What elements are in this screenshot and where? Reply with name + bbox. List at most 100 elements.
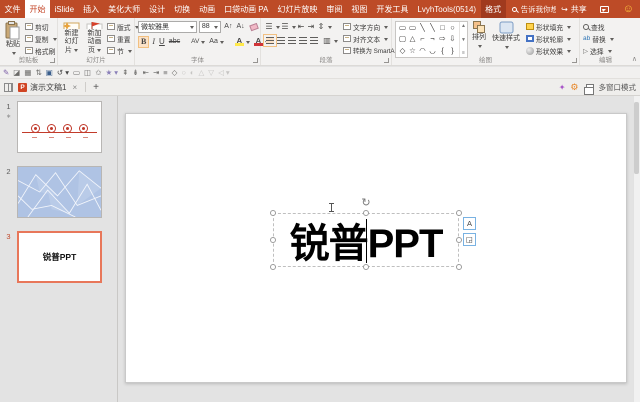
settings-gear-icon[interactable]: ⚙: [570, 82, 578, 93]
ribbon-tab[interactable]: 切换: [170, 0, 195, 18]
clear-formatting-icon[interactable]: [248, 22, 259, 31]
quick-styles-button[interactable]: 快速样式: [490, 20, 522, 56]
shape-glyph-icon[interactable]: ╲: [428, 23, 437, 33]
feedback-smiley-icon[interactable]: ☺: [617, 0, 640, 18]
highlight-color-button[interactable]: A: [234, 36, 251, 48]
toolbar-icon[interactable]: △: [199, 67, 205, 79]
toolbar-icon[interactable]: ▣: [46, 67, 53, 79]
cut-button[interactable]: 剪切: [25, 21, 57, 32]
selected-text-box[interactable]: 锐普PPT ↻: [270, 198, 462, 270]
scroll-down-icon[interactable]: ▼: [461, 37, 466, 43]
toolbar-icon[interactable]: ◇: [172, 67, 178, 79]
close-tab-icon[interactable]: ×: [72, 83, 77, 92]
font-dialog-launcher-icon[interactable]: [253, 58, 258, 63]
find-button[interactable]: 查找: [583, 21, 614, 32]
ribbon-tab[interactable]: 视图: [347, 0, 372, 18]
vertical-scrollbar[interactable]: [633, 96, 640, 402]
justify-button[interactable]: [298, 37, 307, 44]
ribbon-tab[interactable]: iSlide: [50, 0, 79, 18]
slide-2-thumbnail[interactable]: [17, 166, 102, 218]
slide-1-thumbnail[interactable]: [17, 101, 102, 153]
toolbar-icon[interactable]: ★ ▾: [106, 67, 119, 79]
comments-icon[interactable]: [599, 5, 609, 13]
mini-expand-button[interactable]: ◲: [463, 233, 476, 246]
resize-handle-nw[interactable]: [270, 210, 276, 216]
slide-editing-surface[interactable]: 锐普PPT ↻ A ◲: [125, 113, 627, 383]
toolbar-icon[interactable]: ✩: [95, 67, 101, 79]
rotate-handle-icon[interactable]: ↻: [361, 198, 370, 209]
shape-glyph-icon[interactable]: ▭: [408, 23, 417, 33]
align-right-button[interactable]: [287, 37, 296, 44]
shape-fill-button[interactable]: 形状填充: [526, 21, 572, 32]
drawing-dialog-launcher-icon[interactable]: [572, 58, 577, 63]
ribbon-tab[interactable]: 幻灯片放映: [273, 0, 322, 18]
shape-glyph-icon[interactable]: ⇩: [448, 34, 457, 44]
new-tab-icon[interactable]: +: [90, 82, 102, 93]
toolbar-icon[interactable]: ⇞: [122, 67, 128, 79]
document-tab-title[interactable]: 演示文稿1: [30, 82, 66, 93]
shape-glyph-icon[interactable]: ⇨: [438, 34, 447, 44]
strikethrough-button[interactable]: abc: [168, 36, 181, 48]
italic-button[interactable]: I: [151, 36, 156, 48]
ribbon-tab[interactable]: LvyhTools(0514): [413, 0, 481, 18]
ribbon-tab[interactable]: 插入: [79, 0, 104, 18]
grow-font-button[interactable]: A↑: [223, 21, 233, 33]
toolbar-icon[interactable]: ◁ ▾: [218, 67, 230, 79]
resize-handle-n[interactable]: [363, 210, 369, 216]
toolbar-icon[interactable]: ◫: [84, 67, 91, 79]
underline-button[interactable]: U: [158, 36, 166, 48]
toolbar-icon[interactable]: ≡: [163, 67, 167, 79]
plugin-wand-icon[interactable]: ✦: [559, 83, 566, 92]
shape-glyph-icon[interactable]: ▭: [398, 23, 407, 33]
change-case-button[interactable]: Aa: [208, 36, 225, 48]
character-spacing-button[interactable]: AV: [190, 36, 206, 48]
toolbar-icon[interactable]: ⇤: [143, 67, 149, 79]
decrease-indent-icon[interactable]: ⇤: [296, 21, 306, 32]
toolbar-icon[interactable]: ▽: [208, 67, 214, 79]
shapes-gallery-scrollbar[interactable]: ▲ ▼ ≡: [459, 22, 467, 57]
ribbon-tab[interactable]: 动画: [195, 0, 220, 18]
toolbar-icon[interactable]: ▭: [73, 67, 80, 79]
shape-glyph-icon[interactable]: ○: [448, 23, 457, 33]
resize-handle-e[interactable]: [456, 237, 462, 243]
toolbar-icon[interactable]: ⇥: [153, 67, 159, 79]
ribbon-tab[interactable]: 美化大师: [104, 0, 145, 18]
shrink-font-button[interactable]: A↓: [235, 21, 245, 33]
shape-outline-button[interactable]: 形状轮廓: [526, 33, 572, 44]
shape-glyph-icon[interactable]: △: [408, 34, 417, 44]
share-button[interactable]: ↪ 共享: [556, 0, 592, 18]
ribbon-tab[interactable]: 格式: [480, 0, 506, 18]
clipboard-dialog-launcher-icon[interactable]: [50, 58, 55, 63]
toolbar-icon[interactable]: ◐: [190, 67, 195, 79]
resize-handle-se[interactable]: [456, 264, 462, 270]
collapse-ribbon-icon[interactable]: ∧: [632, 55, 637, 63]
bold-button[interactable]: B: [138, 35, 150, 48]
tell-me-search[interactable]: 告诉我你想要做什么: [506, 0, 556, 18]
numbering-icon[interactable]: ☰: [280, 21, 290, 32]
toolbar-icon[interactable]: ◪: [13, 67, 20, 79]
columns-icon[interactable]: ▥: [322, 35, 332, 46]
shape-glyph-icon[interactable]: ⌐: [418, 34, 427, 44]
bullets-icon[interactable]: ☰: [264, 21, 274, 32]
font-name-combo[interactable]: 微软雅黑: [138, 20, 197, 33]
ribbon-tab[interactable]: 文件: [0, 0, 25, 18]
resize-handle-w[interactable]: [270, 237, 276, 243]
ribbon-tab[interactable]: 开始: [25, 0, 50, 18]
resize-handle-sw[interactable]: [270, 264, 276, 270]
ribbon-tab[interactable]: 设计: [145, 0, 170, 18]
scroll-up-icon[interactable]: ▲: [461, 23, 466, 29]
toolbar-icon[interactable]: ▦: [24, 67, 31, 79]
toolbar-icon[interactable]: ✎: [3, 67, 9, 79]
paste-button[interactable]: 粘贴: [3, 20, 23, 56]
line-spacing-icon[interactable]: ⇕: [316, 21, 326, 32]
shape-glyph-icon[interactable]: ╲: [418, 23, 427, 33]
slide-3-thumbnail[interactable]: 锐普PPT: [17, 231, 102, 283]
shape-glyph-icon[interactable]: ¬: [428, 34, 437, 44]
multi-window-label[interactable]: 多窗口模式: [599, 82, 637, 93]
ribbon-tab[interactable]: 审阅: [322, 0, 347, 18]
shape-glyph-icon[interactable]: □: [438, 23, 447, 33]
mini-font-button[interactable]: A: [463, 217, 476, 230]
tab-list-icon[interactable]: [4, 82, 13, 92]
ribbon-tab[interactable]: 口袋动画 PA: [220, 0, 273, 18]
toolbar-icon[interactable]: ○: [181, 67, 186, 79]
